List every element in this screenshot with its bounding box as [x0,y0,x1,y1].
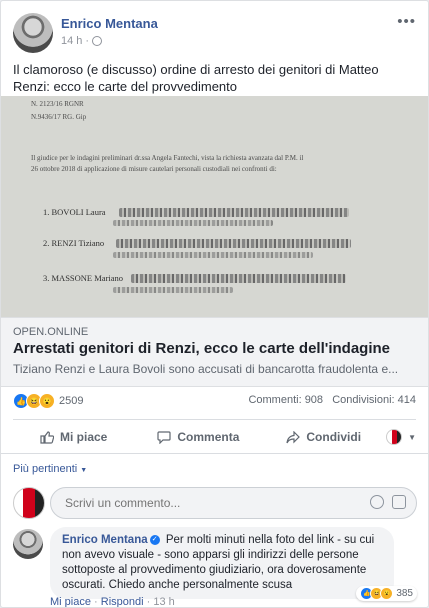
author-avatar[interactable] [13,13,53,53]
comment-reactions-count: 385 [396,588,413,599]
thumbs-up-icon [40,430,54,444]
doc-line: N. 2123/16 RGNR [31,100,84,108]
comment-time[interactable]: 13 h [153,596,174,607]
wow-reaction-icon: 😮 [380,587,394,600]
comment-filter[interactable]: Più pertinenti ▼ [13,463,87,475]
share-label: Condividi [306,430,362,444]
author-name[interactable]: Enrico Mentana [61,16,158,31]
link-description: Tiziano Renzi e Laura Bovoli sono accusa… [13,362,399,376]
post-text: Il clamoroso (e discusso) ordine di arre… [13,62,379,94]
link-preview[interactable]: OPEN.ONLINE Arrestati genitori di Renzi,… [1,317,428,387]
post-stats: 👍 😆 😮 2509 Commenti: 908 Condivisioni: 4… [13,393,416,411]
reactions-summary[interactable]: 👍 😆 😮 2509 [13,393,83,409]
comment-bubble: Enrico Mentana ✓ Per molti minuti nella f… [50,527,394,599]
comment-reactions[interactable]: 👍 😆 😮 385 [356,586,417,601]
comments-count[interactable]: Commenti: 908 [248,394,323,406]
comment-button[interactable]: Commenta [157,430,239,444]
link-preview-image[interactable]: N. 2123/16 RGNR N.9436/17 RG. Gip Il giu… [1,96,428,317]
doc-name: 1. BOVOLI Laura [43,207,106,217]
like-label: Mi piace [60,430,108,444]
sticker-icon[interactable] [392,495,406,509]
post-meta: 14 h · [61,35,103,47]
my-avatar [13,487,45,519]
wow-reaction-icon: 😮 [39,393,55,409]
shares-count[interactable]: Condivisioni: 414 [332,394,416,406]
redacted-block [113,252,313,258]
post-as-selector[interactable]: ▼ [386,429,416,445]
link-title[interactable]: Arrestati genitori di Renzi, ecco le car… [13,340,390,357]
commenter-name[interactable]: Enrico Mentana [62,534,148,546]
page-avatar-icon [386,429,403,445]
doc-line: 26 ottobre 2018 di applicazione di misur… [31,165,277,173]
comment-input[interactable] [63,495,347,511]
doc-name: 2. RENZI Tiziano [43,238,105,248]
comments-shares: Commenti: 908 Condivisioni: 414 [248,394,416,406]
comment-label: Commenta [177,430,240,444]
comment-like-link[interactable]: Mi piace [50,596,91,607]
comment-icon [157,430,171,444]
redacted-block [119,208,349,217]
commenter-avatar[interactable] [13,529,43,559]
link-domain: OPEN.ONLINE [13,326,89,338]
post-card: Enrico Mentana 14 h · ••• Il clamoroso (… [0,0,429,608]
verified-badge-icon: ✓ [149,534,160,545]
share-button[interactable]: Condividi [286,430,361,444]
globe-icon [92,36,103,46]
more-options-icon[interactable]: ••• [397,13,416,30]
reactions-count: 2509 [59,395,84,407]
comment-footer: Mi piace · Rispondi · 13 h [50,596,175,608]
comment-reply-link[interactable]: Rispondi [101,596,144,607]
comment-composer [13,487,417,519]
post-time[interactable]: 14 h [61,35,82,47]
post-header: Enrico Mentana 14 h · ••• [13,13,416,53]
comment-filter-label: Più pertinenti [13,463,78,475]
redacted-block [113,287,233,293]
emoji-icon[interactable] [370,495,384,509]
redacted-block [113,220,273,226]
chevron-down-icon: ▼ [408,432,416,442]
doc-name: 3. MASSONE Mariano [43,273,124,283]
redacted-block [116,239,351,248]
like-button[interactable]: Mi piace [40,430,107,444]
chevron-down-icon: ▼ [80,467,88,474]
action-bar: Mi piace Commenta Condividi ▼ [13,423,416,451]
divider [13,419,416,420]
comment-input-box[interactable] [50,487,417,519]
divider [1,453,428,454]
doc-line: N.9436/17 RG. Gip [31,113,87,121]
redacted-block [131,274,346,283]
doc-line: Il giudice per le indagini preliminari d… [31,154,304,162]
share-icon [286,430,301,443]
